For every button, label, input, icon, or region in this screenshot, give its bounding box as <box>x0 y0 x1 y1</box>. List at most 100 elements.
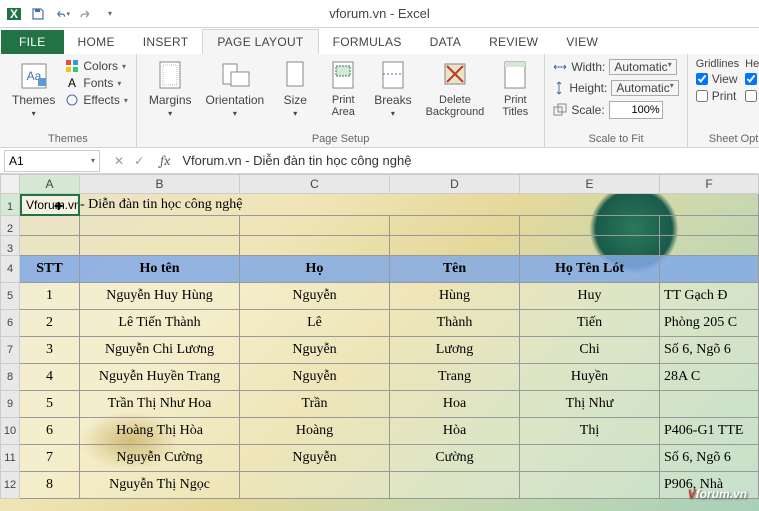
row-header-11[interactable]: 11 <box>0 445 20 472</box>
cell-B3[interactable] <box>80 236 240 256</box>
cell-A3[interactable] <box>20 236 80 256</box>
cell-E7[interactable]: Chi <box>520 337 660 364</box>
cell-D2[interactable] <box>390 216 520 236</box>
tab-view[interactable]: VIEW <box>552 30 612 54</box>
cell-F3[interactable] <box>660 236 759 256</box>
cell-E11[interactable] <box>520 445 660 472</box>
headings-view-check[interactable]: View <box>745 71 759 87</box>
col-header-B[interactable]: B <box>80 174 240 194</box>
cell-D7[interactable]: Lương <box>390 337 520 364</box>
cell-D3[interactable] <box>390 236 520 256</box>
scale-input[interactable] <box>609 101 663 119</box>
themes-button[interactable]: Aa Themes▾ <box>8 58 59 121</box>
cell-E5[interactable]: Huy <box>520 283 660 310</box>
cell-C7[interactable]: Nguyễn <box>240 337 390 364</box>
fx-icon[interactable]: fx <box>154 152 176 169</box>
breaks-button[interactable]: Breaks▾ <box>370 58 415 121</box>
cell-F6[interactable]: Phòng 205 C <box>660 310 759 337</box>
cell-F2[interactable] <box>660 216 759 236</box>
cell-B7[interactable]: Nguyễn Chi Lương <box>80 337 240 364</box>
cell-F5[interactable]: TT Gạch Đ <box>660 283 759 310</box>
enter-icon[interactable]: ✓ <box>134 154 144 168</box>
size-button[interactable]: Size▾ <box>274 58 316 121</box>
cell-A8[interactable]: 4 <box>20 364 80 391</box>
cell-E8[interactable]: Huyền <box>520 364 660 391</box>
name-box[interactable]: A1▾ <box>4 150 100 172</box>
undo-icon[interactable]: ▾ <box>54 6 70 22</box>
row-header-7[interactable]: 7 <box>0 337 20 364</box>
cell-D12[interactable] <box>390 472 520 499</box>
cell-F8[interactable]: 28A C <box>660 364 759 391</box>
cell-F10[interactable]: P406-G1 TTE <box>660 418 759 445</box>
width-select[interactable]: Automatic▾ <box>609 59 676 75</box>
headings-print-check[interactable]: Print <box>745 88 759 104</box>
cell-A12[interactable]: 8 <box>20 472 80 499</box>
orientation-button[interactable]: Orientation▾ <box>202 58 269 121</box>
cell-A6[interactable]: 2 <box>20 310 80 337</box>
col-header-D[interactable]: D <box>390 174 520 194</box>
cell-A11[interactable]: 7 <box>20 445 80 472</box>
cancel-icon[interactable]: ✕ <box>114 154 124 168</box>
gridlines-view-check[interactable]: View <box>696 71 739 87</box>
tab-data[interactable]: DATA <box>416 30 475 54</box>
cell-C11[interactable]: Nguyễn <box>240 445 390 472</box>
cell-E3[interactable] <box>520 236 660 256</box>
qat-customize-icon[interactable]: ▾ <box>102 6 118 22</box>
cell-A9[interactable]: 5 <box>20 391 80 418</box>
formula-bar[interactable]: Vforum.vn - Diễn đàn tin học công nghệ <box>176 153 759 168</box>
row-header-10[interactable]: 10 <box>0 418 20 445</box>
row-header-2[interactable]: 2 <box>0 216 20 236</box>
cell-C2[interactable] <box>240 216 390 236</box>
cell-D9[interactable]: Hoa <box>390 391 520 418</box>
cell-A10[interactable]: 6 <box>20 418 80 445</box>
tab-review[interactable]: REVIEW <box>475 30 552 54</box>
cell-C9[interactable]: Trần <box>240 391 390 418</box>
cell-C8[interactable]: Nguyễn <box>240 364 390 391</box>
cell-B11[interactable]: Nguyễn Cường <box>80 445 240 472</box>
tab-page-layout[interactable]: PAGE LAYOUT <box>202 29 318 54</box>
cell-A1[interactable]: Vforu✚m.vn <box>20 194 80 216</box>
col-header-C[interactable]: C <box>240 174 390 194</box>
row-header-5[interactable]: 5 <box>0 283 20 310</box>
print-area-button[interactable]: Print Area <box>322 58 364 120</box>
save-icon[interactable] <box>30 6 46 22</box>
margins-button[interactable]: Margins▾ <box>145 58 196 121</box>
cell-B10[interactable]: Hoàng Thị Hòa <box>80 418 240 445</box>
redo-icon[interactable] <box>78 6 94 22</box>
cell-D10[interactable]: Hòa <box>390 418 520 445</box>
row-header-9[interactable]: 9 <box>0 391 20 418</box>
colors-button[interactable]: Colors▾ <box>65 58 127 74</box>
col-header-E[interactable]: E <box>520 174 660 194</box>
cell-E4[interactable]: Họ Tên Lót <box>520 256 660 283</box>
cell-B5[interactable]: Nguyễn Huy Hùng <box>80 283 240 310</box>
cell-E9[interactable]: Thị Như <box>520 391 660 418</box>
cell-E12[interactable] <box>520 472 660 499</box>
tab-formulas[interactable]: FORMULAS <box>319 30 416 54</box>
cell-A5[interactable]: 1 <box>20 283 80 310</box>
row-header-3[interactable]: 3 <box>0 236 20 256</box>
col-header-A[interactable]: A <box>20 174 80 194</box>
row-header-1[interactable]: 1 <box>0 194 20 216</box>
tab-insert[interactable]: INSERT <box>129 30 203 54</box>
cell-B6[interactable]: Lê Tiến Thành <box>80 310 240 337</box>
effects-button[interactable]: Effects▾ <box>65 92 127 108</box>
cell-D8[interactable]: Trang <box>390 364 520 391</box>
cell-D5[interactable]: Hùng <box>390 283 520 310</box>
cell-C10[interactable]: Hoàng <box>240 418 390 445</box>
gridlines-print-check[interactable]: Print <box>696 88 739 104</box>
cell-B9[interactable]: Trần Thị Như Hoa <box>80 391 240 418</box>
row-header-6[interactable]: 6 <box>0 310 20 337</box>
cell-A2[interactable] <box>20 216 80 236</box>
print-titles-button[interactable]: Print Titles <box>494 58 536 120</box>
row-header-8[interactable]: 8 <box>0 364 20 391</box>
cell-D11[interactable]: Cường <box>390 445 520 472</box>
cell-B8[interactable]: Nguyễn Huyền Trang <box>80 364 240 391</box>
cell-C6[interactable]: Lê <box>240 310 390 337</box>
cell-A7[interactable]: 3 <box>20 337 80 364</box>
cell-B2[interactable] <box>80 216 240 236</box>
cell-F4[interactable] <box>660 256 759 283</box>
fonts-button[interactable]: AFonts▾ <box>65 75 127 91</box>
cell-A4[interactable]: STT <box>20 256 80 283</box>
height-select[interactable]: Automatic▾ <box>611 80 678 96</box>
select-all-corner[interactable] <box>0 174 20 194</box>
